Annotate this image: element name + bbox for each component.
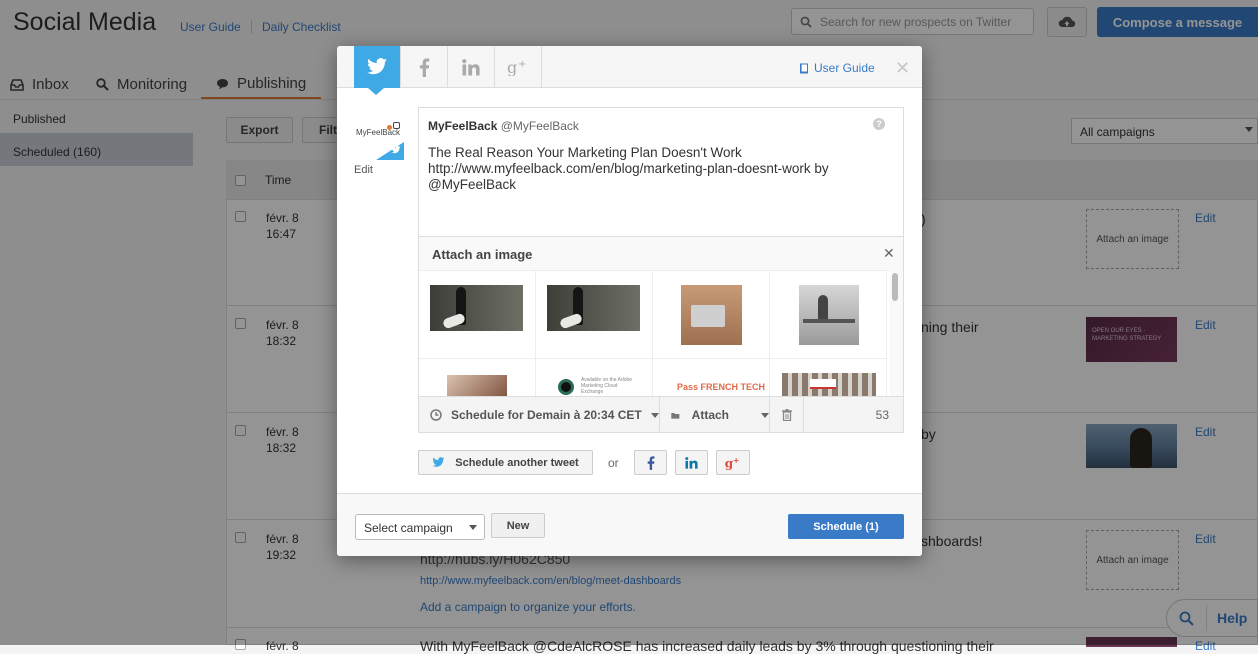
active-tab-pointer xyxy=(368,88,384,95)
image-grid: Available on the Adobe Marketing Cloud E… xyxy=(419,270,890,396)
image-thumbnail[interactable]: Pass FRENCH TECH xyxy=(653,359,770,396)
add-googleplus-button[interactable]: g + xyxy=(716,450,750,475)
image-thumbnail[interactable] xyxy=(653,271,770,359)
twitter-icon xyxy=(391,146,401,154)
user-guide-label: User Guide xyxy=(814,61,875,75)
chevron-down-icon xyxy=(469,525,477,530)
or-label: or xyxy=(608,456,619,470)
avatar-logo-text: MyFeelBack xyxy=(356,128,401,137)
schedule-another-label: Schedule another tweet xyxy=(455,456,579,469)
svg-text:+: + xyxy=(518,59,526,70)
schedule-label: Schedule for Demain à 20:34 CET xyxy=(451,408,642,422)
tab-linkedin[interactable] xyxy=(448,46,495,88)
schedule-another-tweet-button[interactable]: Schedule another tweet xyxy=(418,450,593,475)
linkedin-icon xyxy=(462,58,480,75)
delete-button[interactable] xyxy=(770,397,804,433)
help-icon[interactable]: ? xyxy=(873,118,885,130)
attach-image-title: Attach an image xyxy=(432,247,533,262)
svg-text:g: g xyxy=(507,58,517,76)
googleplus-icon: g + xyxy=(725,456,740,470)
tab-googleplus[interactable]: g + xyxy=(495,46,542,88)
select-campaign-dropdown[interactable]: Select campaign xyxy=(355,514,485,540)
twitter-icon xyxy=(432,457,445,467)
composer-toolbar: Schedule for Demain à 20:34 CET Attach 5… xyxy=(419,396,903,433)
schedule-button[interactable]: Schedule (1) xyxy=(788,514,904,539)
add-linkedin-button[interactable] xyxy=(675,450,708,475)
network-tabs: g + User Guide ✕ xyxy=(337,46,922,88)
select-campaign-value: Select campaign xyxy=(364,521,453,535)
modal-footer: Select campaign New Schedule (1) xyxy=(337,493,922,556)
attach-dropdown[interactable]: Attach xyxy=(660,397,770,433)
image-thumbnail[interactable] xyxy=(536,271,653,359)
book-icon xyxy=(800,63,808,73)
googleplus-icon: g + xyxy=(507,58,526,76)
character-count: 53 xyxy=(875,408,889,422)
account-name: MyFeelBack xyxy=(428,119,498,133)
chevron-down-icon xyxy=(650,412,659,418)
schedule-dropdown[interactable]: Schedule for Demain à 20:34 CET xyxy=(419,397,660,433)
image-thumbnail[interactable] xyxy=(419,271,536,359)
twitter-icon xyxy=(367,58,387,75)
image-thumbnail[interactable] xyxy=(770,271,887,359)
facebook-icon xyxy=(647,455,654,470)
folder-icon xyxy=(671,412,680,419)
account-info: MyFeelBack @MyFeelBack xyxy=(428,119,579,133)
close-icon[interactable]: ✕ xyxy=(883,245,895,262)
scrollbar-thumb[interactable] xyxy=(892,273,898,301)
compose-modal: g + User Guide ✕ MyFeelBack Edit MyFeelBa… xyxy=(337,46,922,556)
tweet-composer: MyFeelBack @MyFeelBack ? The Real Reason… xyxy=(418,107,904,433)
trash-icon xyxy=(781,409,792,421)
account-handle: @MyFeelBack xyxy=(500,119,579,133)
avatar-edit-link[interactable]: Edit xyxy=(354,164,373,176)
clock-icon xyxy=(430,409,442,421)
tweet-textarea[interactable]: The Real Reason Your Marketing Plan Does… xyxy=(428,145,888,193)
tab-twitter[interactable] xyxy=(354,46,401,88)
chevron-down-icon xyxy=(761,412,769,418)
attach-image-panel: Attach an image ✕ Available on the Adobe… xyxy=(419,236,903,396)
scrollbar[interactable] xyxy=(892,273,898,393)
new-campaign-button[interactable]: New xyxy=(491,513,545,538)
adobe-exchange-text: Available on the Adobe Marketing Cloud E… xyxy=(581,377,633,395)
linkedin-icon xyxy=(685,456,698,469)
image-thumbnail[interactable] xyxy=(419,359,536,396)
attach-label: Attach xyxy=(691,408,729,422)
close-icon[interactable]: ✕ xyxy=(895,58,910,79)
facebook-icon xyxy=(419,57,429,77)
svg-text:+: + xyxy=(733,456,739,465)
image-thumbnail[interactable] xyxy=(770,359,887,396)
image-thumbnail[interactable]: Available on the Adobe Marketing Cloud E… xyxy=(536,359,653,396)
avatar[interactable]: MyFeelBack xyxy=(354,116,404,160)
add-facebook-button[interactable] xyxy=(634,450,667,475)
tab-facebook[interactable] xyxy=(401,46,448,88)
user-guide-link[interactable]: User Guide xyxy=(799,61,875,75)
pass-french-tech-text: Pass FRENCH TECH xyxy=(677,382,766,392)
